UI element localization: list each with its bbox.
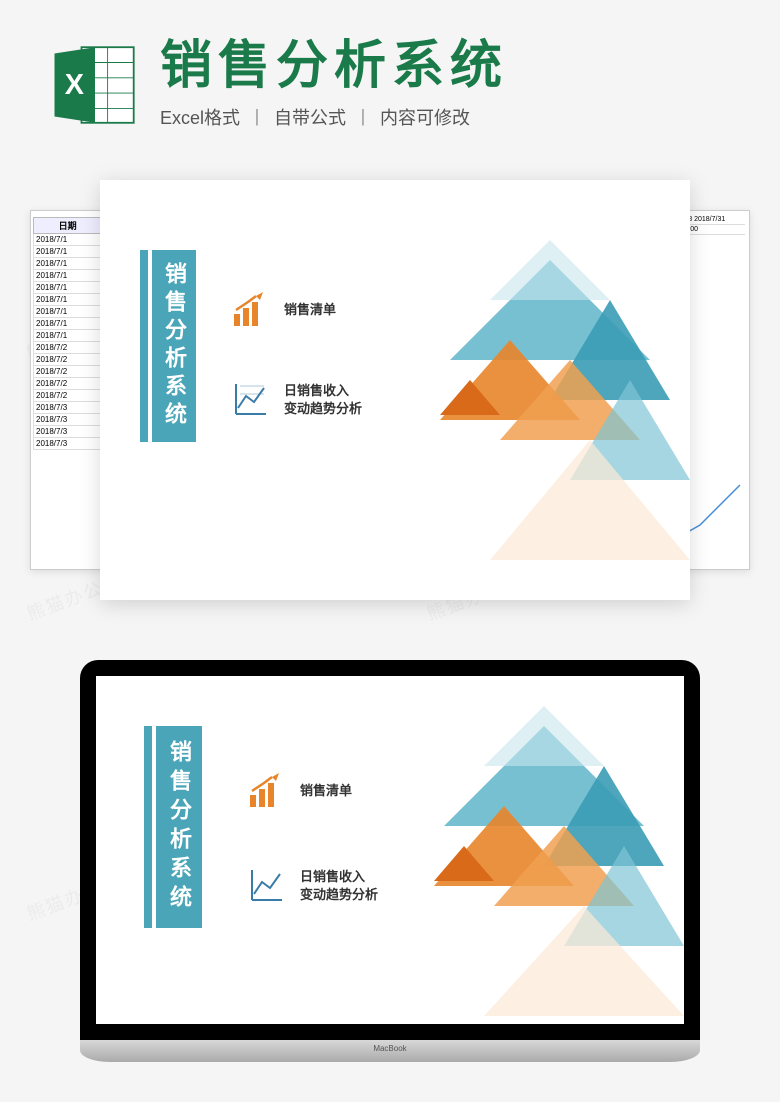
subtitle: Excel格式 丨 自带公式 丨 内容可修改 xyxy=(160,104,730,130)
main-title: 销售分析系统 xyxy=(160,40,730,92)
line-chart-icon xyxy=(246,866,286,906)
triangle-decoration xyxy=(404,696,684,1016)
vertical-title: 销售分析系统 xyxy=(156,726,202,928)
menu-label: 日销售收入 变动趋势分析 xyxy=(300,868,378,904)
accent-bar xyxy=(140,250,148,442)
col-date: 日期 xyxy=(34,218,102,234)
vertical-title: 销售分析系统 xyxy=(152,250,196,442)
laptop-screen: 销售分析系统 销售清单 xyxy=(80,660,700,1040)
bar-chart-up-icon xyxy=(230,290,270,330)
laptop-mockup: 销售分析系统 销售清单 xyxy=(80,660,700,1062)
vertical-title-block: 销售分析系统 xyxy=(144,726,202,928)
laptop-base: MacBook xyxy=(80,1040,700,1062)
vertical-title-block: 销售分析系统 xyxy=(140,250,196,442)
line-chart-icon xyxy=(230,380,270,420)
excel-icon: X xyxy=(50,40,140,130)
triangle-decoration xyxy=(410,220,690,560)
sub-editable: 内容可修改 xyxy=(380,104,470,130)
header: X 销售分析系统 Excel格式 丨 自带公式 丨 内容可修改 xyxy=(0,0,780,140)
laptop-brand: MacBook xyxy=(373,1044,406,1053)
main-preview-card: 销售分析系统 销售清单 xyxy=(100,180,690,600)
bar-chart-up-icon xyxy=(246,771,286,811)
menu-label: 日销售收入 变动趋势分析 xyxy=(284,382,362,418)
svg-text:X: X xyxy=(65,69,84,101)
preview-area: 日期编 2018/7/1B-02018/7/1D-02018/7/1A-0201… xyxy=(30,180,750,620)
menu-trend-analysis[interactable]: 日销售收入 变动趋势分析 xyxy=(246,866,378,906)
menu-sales-list[interactable]: 销售清单 xyxy=(230,290,362,330)
sub-format: Excel格式 xyxy=(160,104,240,130)
menu-sales-list[interactable]: 销售清单 xyxy=(246,771,378,811)
accent-bar xyxy=(144,726,152,928)
menu-label: 销售清单 xyxy=(300,782,352,800)
sub-formula: 自带公式 xyxy=(274,104,346,130)
menu-label: 销售清单 xyxy=(284,301,336,319)
menu-trend-analysis[interactable]: 日销售收入 变动趋势分析 xyxy=(230,380,362,420)
separator: 丨 xyxy=(354,104,372,130)
separator: 丨 xyxy=(248,104,266,130)
